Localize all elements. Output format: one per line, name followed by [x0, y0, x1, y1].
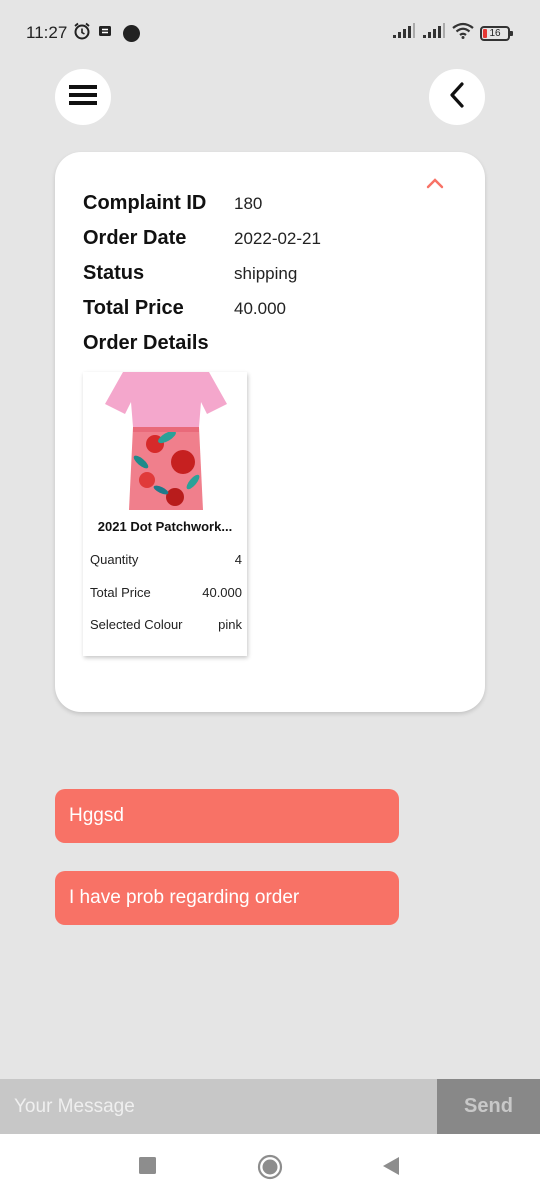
notification-icon — [97, 23, 113, 44]
chevron-up-icon[interactable] — [426, 176, 444, 194]
signal-icon-2 — [422, 22, 446, 44]
product-image — [105, 372, 227, 510]
order-details-row: Order Details — [83, 332, 234, 355]
recording-dot-icon — [123, 24, 141, 42]
battery-icon: 16 — [480, 25, 513, 41]
order-details-label: Order Details — [83, 332, 209, 354]
home-icon[interactable] — [257, 1154, 283, 1185]
product-quantity-label: Quantity — [90, 552, 139, 567]
order-date-row: Order Date 2022-02-21 — [83, 227, 321, 250]
product-colour-row: Selected Colour pink — [90, 617, 242, 632]
message-text: I have prob regarding order — [69, 887, 300, 908]
product-quantity-value: 4 — [234, 552, 242, 567]
product-colour-value: pink — [218, 617, 242, 632]
menu-button[interactable] — [55, 69, 111, 125]
recent-apps-icon[interactable] — [138, 1156, 158, 1181]
product-total-price-label: Total Price — [90, 585, 151, 600]
signal-icon — [392, 22, 416, 44]
product-colour-label: Selected Colour — [90, 617, 183, 632]
status-value: shipping — [234, 264, 298, 283]
wifi-icon — [452, 22, 474, 44]
message-text: Hggsd — [69, 805, 124, 826]
navigation-bar — [0, 1134, 540, 1200]
complaint-id-label: Complaint ID — [83, 192, 207, 214]
message-composer: Send — [0, 1079, 540, 1134]
back-nav-icon[interactable] — [381, 1156, 401, 1181]
status-left: 11:27 — [26, 22, 141, 45]
product-total-price-value: 40.000 — [202, 585, 242, 600]
status-row: Status shipping — [83, 262, 297, 285]
chevron-left-icon — [448, 81, 466, 113]
status-time: 11:27 — [26, 23, 68, 42]
message-bubble: I have prob regarding order — [55, 871, 399, 925]
total-price-value: 40.000 — [234, 299, 286, 318]
complaint-id-value: 180 — [234, 194, 263, 213]
send-button[interactable]: Send — [437, 1079, 540, 1134]
status-bar: 11:27 16 — [0, 0, 540, 66]
product-total-price-row: Total Price 40.000 — [90, 585, 242, 600]
alarm-icon — [73, 22, 91, 45]
product-card[interactable]: 2021 Dot Patchwork... Quantity 4 Total P… — [83, 372, 247, 656]
total-price-label: Total Price — [83, 297, 184, 319]
complaint-id-row: Complaint ID 180 — [83, 192, 262, 215]
product-name: 2021 Dot Patchwork... — [97, 519, 233, 534]
message-input[interactable] — [0, 1079, 437, 1134]
complaint-card: Complaint ID 180 Order Date 2022-02-21 S… — [55, 152, 485, 712]
total-price-row: Total Price 40.000 — [83, 297, 286, 320]
status-label: Status — [83, 262, 145, 284]
message-bubble: Hggsd — [55, 789, 399, 843]
order-date-label: Order Date — [83, 227, 187, 249]
product-quantity-row: Quantity 4 — [90, 552, 242, 567]
order-date-value: 2022-02-21 — [234, 229, 321, 248]
hamburger-menu-icon — [69, 84, 97, 111]
status-right: 16 — [392, 22, 513, 44]
back-button[interactable] — [429, 69, 485, 125]
